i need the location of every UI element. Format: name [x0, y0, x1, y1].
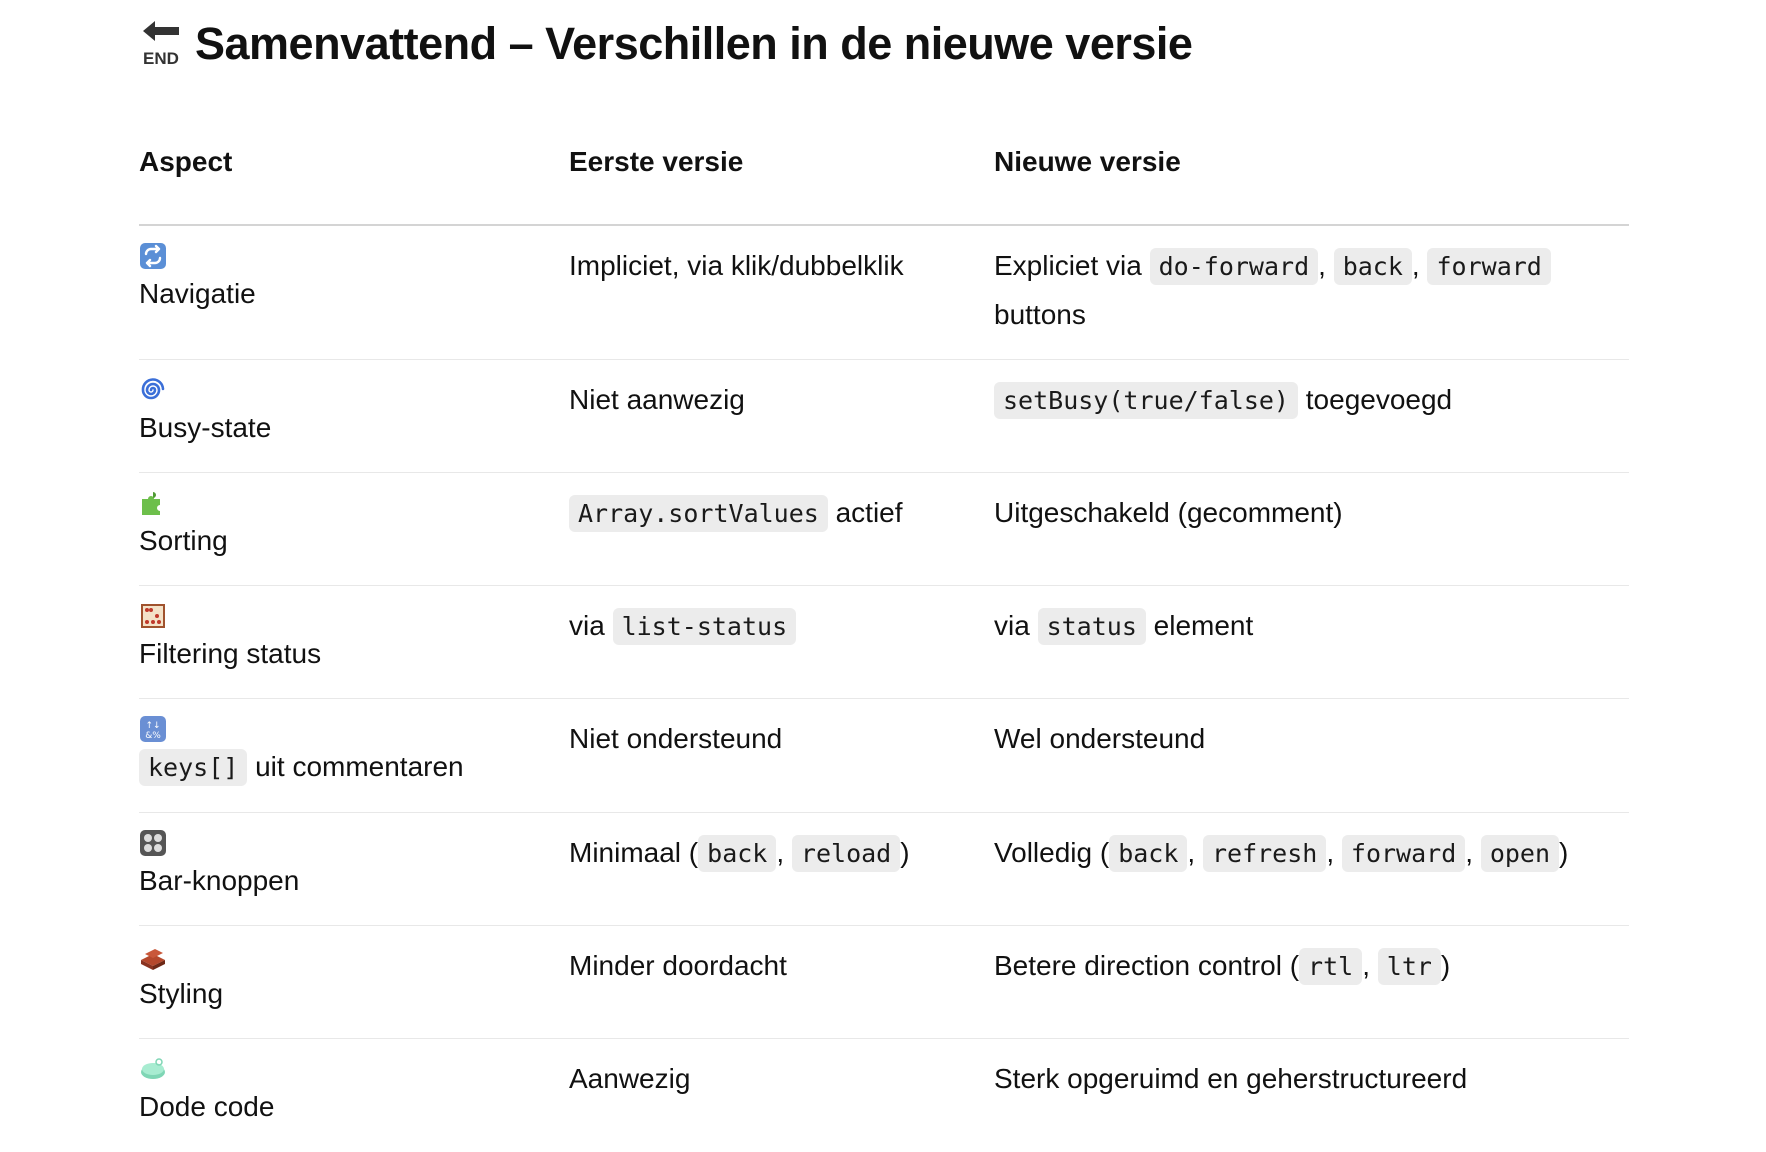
cell-new-version: Betere direction control (rtl, ltr)	[994, 925, 1629, 1039]
code-snippet: open	[1480, 835, 1560, 872]
soap-icon	[139, 1055, 549, 1083]
column-header-new-version: Nieuwe versie	[994, 130, 1629, 226]
cell-aspect: Navigatie	[139, 225, 569, 360]
cell-first-version: Minder doordacht	[569, 925, 994, 1039]
code-snippet: ltr	[1377, 948, 1441, 985]
column-header-aspect: Aspect	[139, 130, 569, 226]
code-snippet: forward	[1341, 835, 1466, 872]
table-row: Bar-knoppen Minimaal (back, reload) Volled…	[139, 812, 1629, 926]
svg-text:↑↓: ↑↓	[145, 721, 160, 731]
cell-first-version: Impliciet, via klik/dubbelklik	[569, 225, 994, 360]
cell-first-version: via list-status	[569, 585, 994, 699]
cell-aspect: Filtering status	[139, 585, 569, 699]
column-header-first-version: Eerste versie	[569, 130, 994, 226]
cell-first-version: Array.sortValues actief	[569, 472, 994, 586]
svg-text:&%: &%	[145, 731, 161, 741]
cell-first-version: Niet ondersteund	[569, 698, 994, 813]
control-knobs-icon	[139, 829, 549, 857]
table-row: ↑↓ &% keys[] uit commentaren Niet ondersteu…	[139, 698, 1629, 813]
cell-aspect: Styling	[139, 925, 569, 1039]
cell-first-version: Niet aanwezig	[569, 359, 994, 473]
symbols-icon: ↑↓ &%	[139, 715, 549, 743]
cyclone-icon	[139, 376, 549, 404]
code-snippet: back	[1333, 248, 1412, 285]
cell-first-version: Aanwezig	[569, 1063, 691, 1094]
puzzle-icon	[139, 489, 549, 517]
code-snippet: reload	[791, 835, 901, 872]
code-snippet: status	[1037, 608, 1146, 645]
cell-new-version: Uitgeschakeld (gecomment)	[994, 472, 1629, 586]
code-snippet: forward	[1427, 248, 1551, 285]
cell-aspect: ↑↓ &% keys[] uit commentaren	[139, 698, 569, 813]
svg-text:END: END	[143, 49, 179, 68]
table-row: Busy-state Niet aanwezig setBusy(true/fals…	[139, 359, 1629, 473]
cell-first-version: Minimaal (back, reload)	[569, 812, 994, 926]
page-title: END Samenvattend – Verschillen in de nie…	[139, 14, 1629, 74]
cell-aspect: Dode code	[139, 1039, 569, 1152]
table-row: Styling Minder doordacht Betere direction …	[139, 925, 1629, 1039]
cell-new-version: Wel ondersteund	[994, 698, 1629, 813]
table-row: Dode code Aanwezig Sterk opgeruimd en gehe…	[139, 1039, 1629, 1152]
cell-new-version: Expliciet via do-forward, back, forward …	[994, 225, 1629, 360]
table-body: Navigatie Impliciet, via klik/dubbelklik E…	[139, 225, 1629, 1151]
code-snippet: keys[]	[139, 749, 248, 786]
cell-aspect: Bar-knoppen	[139, 812, 569, 926]
code-snippet: back	[1109, 835, 1188, 872]
code-snippet: rtl	[1299, 948, 1363, 985]
code-snippet: list-status	[612, 608, 797, 645]
table-row: Sorting Array.sortValues actief Uitgeschak…	[139, 472, 1629, 586]
code-snippet: back	[698, 835, 777, 872]
cell-new-version: Volledig (back, refresh, forward, open)	[994, 812, 1629, 926]
cell-new-version: Sterk opgeruimd en geherstructureerd	[994, 1063, 1468, 1094]
bricks-icon	[139, 942, 549, 970]
comparison-table: Aspect Eerste versie Nieuwe versie Navig…	[139, 130, 1629, 1151]
cell-new-version: setBusy(true/false) toegevoegd	[994, 359, 1629, 473]
code-snippet: refresh	[1202, 835, 1327, 872]
code-snippet: setBusy(true/false)	[994, 382, 1298, 419]
code-snippet: Array.sortValues	[569, 495, 828, 532]
repeat-icon	[139, 242, 549, 270]
code-snippet: do-forward	[1149, 248, 1319, 285]
table-row: Filtering status via list-status via statu…	[139, 585, 1629, 699]
cell-aspect: Sorting	[139, 472, 569, 586]
abacus-icon	[139, 602, 549, 630]
cell-aspect: Busy-state	[139, 359, 569, 473]
table-header-row: Aspect Eerste versie Nieuwe versie	[139, 130, 1629, 226]
title-text: Samenvattend – Verschillen in de nieuwe …	[195, 18, 1193, 69]
cell-new-version: via status element	[994, 585, 1629, 699]
document: END Samenvattend – Verschillen in de nie…	[139, 0, 1629, 1122]
end-arrow-icon: END	[139, 19, 183, 69]
table-row: Navigatie Impliciet, via klik/dubbelklik E…	[139, 225, 1629, 360]
